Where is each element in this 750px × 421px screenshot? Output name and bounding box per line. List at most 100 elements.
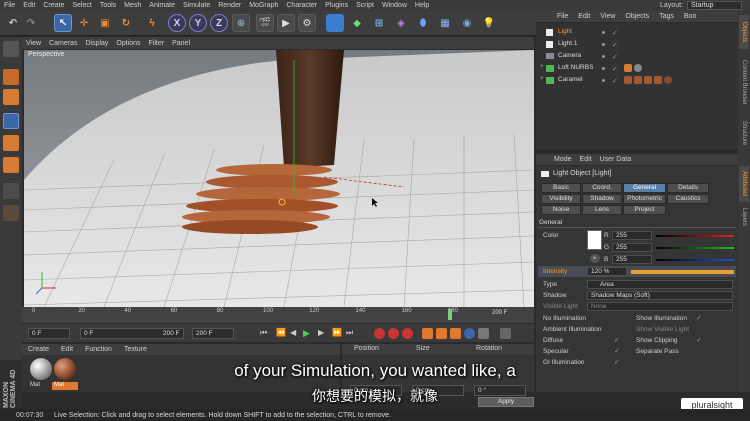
array-icon[interactable]: ⊞: [370, 14, 388, 32]
axis-x-button[interactable]: X: [168, 14, 186, 32]
side-tab-structure[interactable]: Structure: [739, 115, 749, 151]
material-menu-item[interactable]: Edit: [55, 346, 79, 353]
main-menu-item[interactable]: File: [0, 2, 19, 9]
intensity-field[interactable]: 120 %: [587, 267, 627, 276]
main-menu-item[interactable]: MoGraph: [245, 2, 282, 9]
point-level-key-icon[interactable]: [478, 328, 489, 339]
tag-icon[interactable]: [644, 76, 652, 84]
edges-mode-icon[interactable]: [3, 135, 19, 151]
timeline-playhead[interactable]: [447, 309, 452, 320]
tab-coord[interactable]: Coord.: [582, 183, 622, 193]
live-selection-icon[interactable]: ↖: [54, 14, 72, 32]
undo-icon[interactable]: ↶: [4, 14, 22, 32]
timeline-menu-icon[interactable]: [500, 328, 511, 339]
make-editable-icon[interactable]: [3, 41, 19, 57]
main-menu-item[interactable]: Mesh: [120, 2, 145, 9]
main-menu-item[interactable]: Script: [352, 2, 378, 9]
position-key-icon[interactable]: [422, 328, 433, 339]
tab-photometric[interactable]: Photometric: [623, 194, 666, 204]
intensity-slider[interactable]: [631, 270, 734, 274]
attributes-menu-item[interactable]: User Data: [596, 156, 636, 163]
tab-details[interactable]: Details: [667, 183, 709, 193]
r-value-field[interactable]: 255: [612, 231, 652, 240]
previous-frame-icon[interactable]: ◀: [290, 328, 301, 339]
axis-z-button[interactable]: Z: [210, 14, 228, 32]
main-menu-item[interactable]: Window: [378, 2, 411, 9]
object-menu-item[interactable]: Tags: [654, 13, 679, 20]
axis-y-button[interactable]: Y: [189, 14, 207, 32]
render-picture-viewer-icon[interactable]: ▶: [277, 14, 295, 32]
snap-icon[interactable]: [3, 205, 19, 221]
material-menu-item[interactable]: Function: [79, 346, 118, 353]
type-dropdown[interactable]: Area: [587, 280, 733, 289]
keyframe-selection-icon[interactable]: [402, 328, 413, 339]
go-to-end-icon[interactable]: ⏭: [346, 328, 357, 339]
object-menu-item[interactable]: Objects: [620, 13, 654, 20]
viewport[interactable]: [24, 50, 534, 307]
specular-checkbox[interactable]: ✓: [614, 347, 620, 355]
render-view-icon[interactable]: 🎬: [256, 14, 274, 32]
object-row-camera[interactable]: Camera ✓: [536, 51, 738, 62]
preview-max-field[interactable]: 200 F: [160, 328, 184, 339]
main-menu-item[interactable]: Simulate: [179, 2, 214, 9]
tab-project[interactable]: Project: [623, 205, 666, 215]
color-picker-icon[interactable]: ▸: [590, 254, 600, 263]
axis-mode-icon[interactable]: [3, 183, 19, 199]
record-icon[interactable]: [374, 328, 385, 339]
tab-basic[interactable]: Basic: [541, 183, 581, 193]
checkmark-icon[interactable]: ✓: [612, 53, 618, 61]
main-menu-item[interactable]: Character: [282, 2, 321, 9]
rotation-key-icon[interactable]: [450, 328, 461, 339]
tab-caustics[interactable]: Caustics: [667, 194, 709, 204]
diffuse-checkbox[interactable]: ✓: [614, 336, 620, 344]
points-mode-icon[interactable]: [3, 113, 19, 129]
side-tab-attributes[interactable]: Attributes: [739, 166, 749, 202]
r-slider[interactable]: [656, 235, 734, 237]
main-menu-item[interactable]: Create: [39, 2, 68, 9]
side-tab-layers[interactable]: Layers: [739, 204, 749, 230]
parameter-key-icon[interactable]: [464, 328, 475, 339]
camera-icon[interactable]: ◉: [458, 14, 476, 32]
floor-icon[interactable]: ⬮: [414, 14, 432, 32]
main-menu-item[interactable]: Render: [214, 2, 245, 9]
g-value-field[interactable]: 255: [612, 243, 652, 252]
object-menu-item[interactable]: Boo: [679, 13, 701, 20]
scale-icon[interactable]: ▣: [96, 14, 114, 32]
nurbs-icon[interactable]: ◆: [348, 14, 366, 32]
chocolate-object[interactable]: [276, 50, 344, 168]
object-menu-item[interactable]: File: [552, 13, 573, 20]
checkmark-icon[interactable]: ✓: [612, 77, 618, 85]
main-menu-item[interactable]: Animate: [145, 2, 179, 9]
material-menu-item[interactable]: Texture: [118, 346, 153, 353]
recent-tool-icon[interactable]: ϟ: [143, 14, 161, 32]
checkmark-icon[interactable]: ✓: [612, 29, 618, 37]
material-tag-icon[interactable]: [664, 76, 672, 84]
b-slider[interactable]: [656, 259, 734, 261]
checkmark-icon[interactable]: ✓: [612, 41, 618, 49]
attributes-menu-item[interactable]: Edit: [576, 156, 596, 163]
object-menu-item[interactable]: Edit: [573, 13, 595, 20]
tag-icon[interactable]: [624, 76, 632, 84]
tab-noise[interactable]: Noise: [541, 205, 581, 215]
checkmark-icon[interactable]: ✓: [612, 65, 618, 73]
light-icon[interactable]: 💡: [480, 14, 498, 32]
texture-mode-icon[interactable]: [3, 89, 19, 105]
material-menu-item[interactable]: Create: [22, 346, 55, 353]
go-to-start-icon[interactable]: ⏮: [260, 328, 271, 339]
object-row-loft-nurbs[interactable]: + Loft NURBS ✓: [536, 63, 738, 74]
layout-dropdown[interactable]: Startup: [687, 1, 742, 10]
redo-icon[interactable]: ↷: [22, 14, 40, 32]
scale-key-icon[interactable]: [436, 328, 447, 339]
deformer-icon[interactable]: ◈: [392, 14, 410, 32]
rotate-icon[interactable]: ↻: [117, 14, 135, 32]
material-tag-icon[interactable]: [634, 64, 642, 72]
object-row-caramel[interactable]: + Caramel ✓: [536, 75, 738, 86]
color-swatch[interactable]: [587, 230, 602, 250]
main-menu-item[interactable]: Plugins: [321, 2, 352, 9]
attributes-menu-item[interactable]: Mode: [550, 156, 576, 163]
environment-icon[interactable]: ▦: [436, 14, 454, 32]
viewport-menu-item[interactable]: Filter: [145, 40, 169, 47]
model-mode-icon[interactable]: [3, 69, 19, 85]
tag-icon[interactable]: [634, 76, 642, 84]
tab-shadow[interactable]: Shadow: [582, 194, 622, 204]
